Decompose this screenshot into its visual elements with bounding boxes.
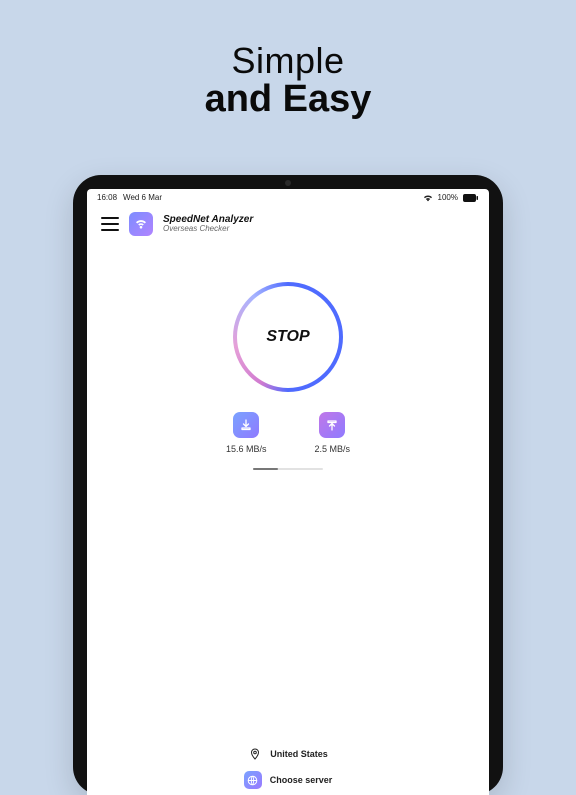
wifi-icon: [423, 194, 433, 202]
status-bar: 16:08 Wed 6 Mar 100%: [87, 189, 489, 204]
device-camera: [285, 180, 291, 186]
download-icon: [233, 412, 259, 438]
device-screen: 16:08 Wed 6 Mar 100% SpeedNet Ana: [87, 189, 489, 795]
main-area: STOP 15.6 MB/s 2.5 MB/s: [87, 242, 489, 795]
status-date: Wed 6 Mar: [123, 193, 162, 202]
battery-icon: [463, 194, 479, 202]
location-row[interactable]: United States: [248, 747, 328, 761]
app-subtitle: Overseas Checker: [163, 225, 253, 234]
device-frame: 16:08 Wed 6 Mar 100% SpeedNet Ana: [73, 175, 503, 795]
app-logo-icon: [129, 212, 153, 236]
promo-line1: Simple: [0, 40, 576, 82]
app-header: SpeedNet Analyzer Overseas Checker: [87, 204, 489, 242]
upload-speed-value: 2.5 MB/s: [315, 444, 351, 454]
location-pin-icon: [248, 747, 262, 761]
menu-button[interactable]: [101, 217, 119, 231]
upload-icon: [319, 412, 345, 438]
upload-speed-item: 2.5 MB/s: [315, 412, 351, 454]
promo-title: Simple and Easy: [0, 0, 576, 121]
download-speed-item: 15.6 MB/s: [226, 412, 267, 454]
promo-line2: and Easy: [0, 78, 576, 121]
progress-indicator: [253, 468, 323, 470]
speed-row: 15.6 MB/s 2.5 MB/s: [226, 412, 350, 454]
stop-button[interactable]: STOP: [233, 282, 343, 392]
choose-server-label: Choose server: [270, 775, 333, 785]
location-label: United States: [270, 749, 328, 759]
download-speed-value: 15.6 MB/s: [226, 444, 267, 454]
footer-area: United States Choose server: [244, 747, 333, 795]
stop-label: STOP: [266, 328, 309, 346]
status-time: 16:08: [97, 193, 117, 202]
globe-icon: [244, 771, 262, 789]
app-titles: SpeedNet Analyzer Overseas Checker: [163, 214, 253, 234]
status-battery: 100%: [438, 193, 458, 202]
choose-server-row[interactable]: Choose server: [244, 771, 333, 789]
